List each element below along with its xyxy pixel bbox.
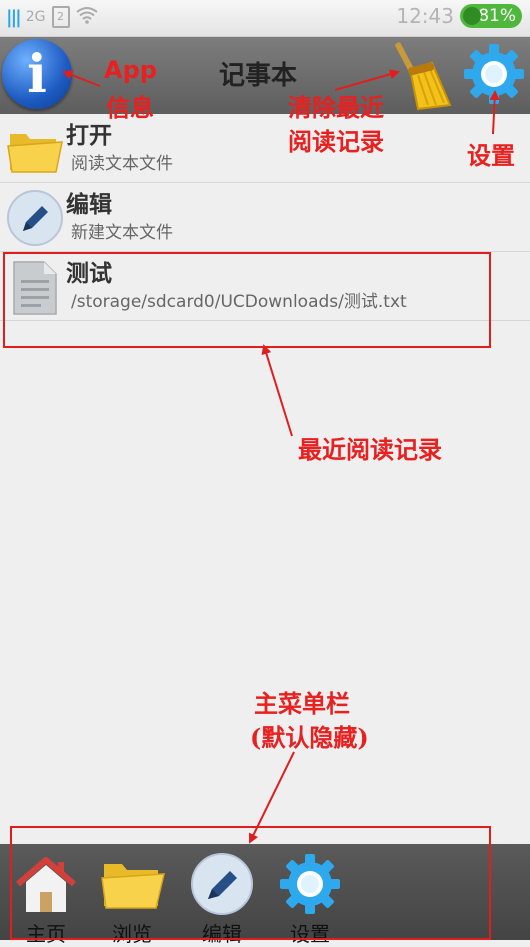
list-item-title: 编辑: [66, 192, 112, 218]
app-title: 记事本: [219, 61, 298, 91]
annotation-app-info-2: 信息: [106, 93, 154, 122]
clock: 12:43: [396, 4, 454, 28]
pencil-icon: [6, 189, 64, 247]
list-item-subtitle: 阅读文本文件: [71, 154, 173, 174]
annotation-menu-2: (默认隐藏): [250, 723, 369, 752]
battery-level: 81%: [478, 6, 516, 26]
info-icon[interactable]: i: [2, 39, 72, 109]
gear-icon[interactable]: [462, 42, 526, 106]
folder-icon: [6, 120, 64, 178]
list-item-open[interactable]: 打开 阅读文本文件: [0, 114, 530, 183]
broom-icon[interactable]: [388, 39, 458, 111]
annotation-settings: 设置: [467, 141, 515, 170]
recent-highlight-box: [3, 252, 491, 348]
signal-icon: |||: [6, 6, 22, 28]
annotation-app-info: App: [104, 56, 157, 84]
battery-indicator: 81%: [460, 4, 522, 28]
list-item-edit[interactable]: 编辑 新建文本文件: [0, 183, 530, 252]
network-type: 2G: [25, 9, 46, 25]
menu-highlight-box: [10, 826, 491, 940]
annotation-menu: 主菜单栏: [254, 689, 350, 718]
list-item-subtitle: 新建文本文件: [71, 223, 173, 243]
wifi-icon: [75, 6, 98, 28]
sim-slot-icon: 2: [51, 6, 70, 28]
annotation-clear: 清除最近: [288, 93, 384, 122]
battery-icon: [463, 7, 481, 25]
annotation-recent: 最近阅读记录: [298, 435, 442, 464]
action-bar: i 记事本: [0, 37, 530, 114]
status-bar: ||| 2G 2 12:43 81%: [0, 0, 530, 37]
annotation-clear-2: 阅读记录: [288, 127, 384, 156]
